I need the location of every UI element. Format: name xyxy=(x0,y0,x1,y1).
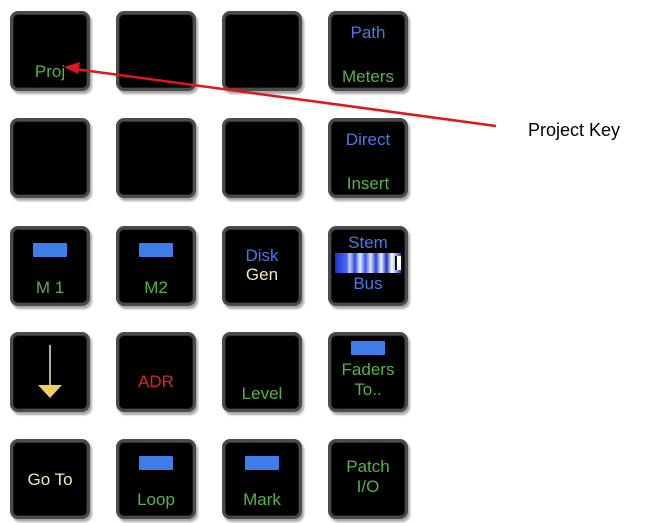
project-key-annotation: Project Key xyxy=(528,120,621,140)
annotation-arrow xyxy=(64,62,497,128)
